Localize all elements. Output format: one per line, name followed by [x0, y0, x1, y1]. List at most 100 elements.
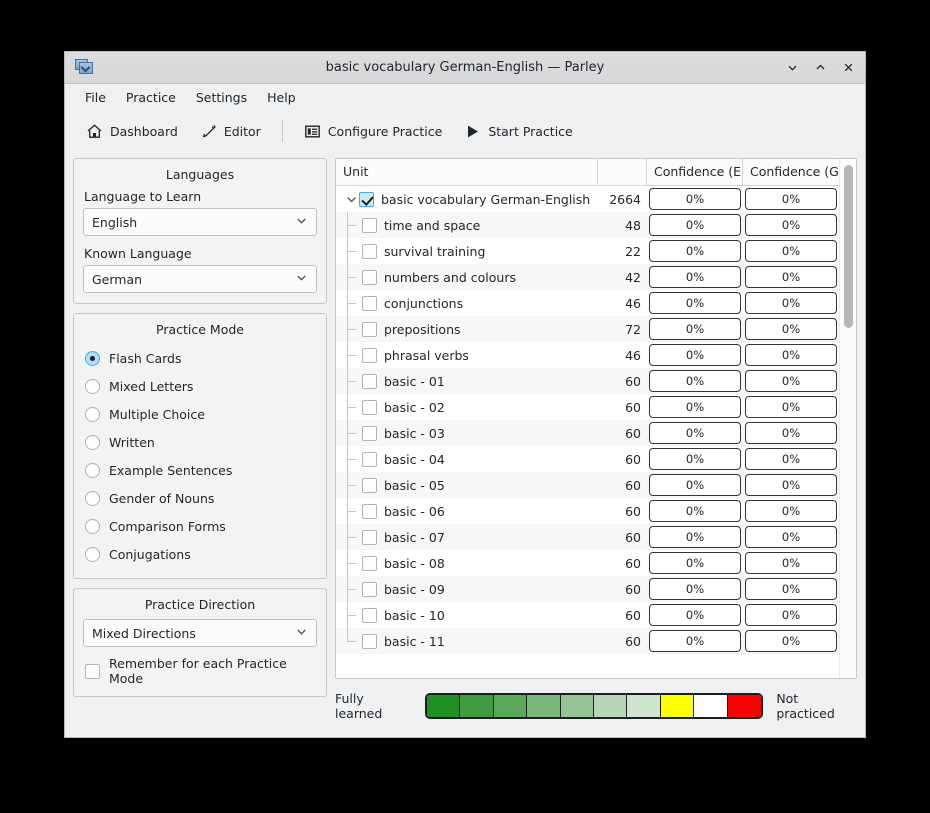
practice-mode-flash-cards[interactable]: Flash Cards [83, 344, 317, 372]
menu-file[interactable]: File [75, 87, 116, 108]
start-practice-button[interactable]: Start Practice [455, 118, 581, 145]
confidence-e-cell[interactable]: 0% [647, 214, 743, 236]
confidence-e-cell[interactable]: 0% [647, 578, 743, 600]
table-row[interactable]: basic - 07 60 0% 0% [336, 524, 839, 550]
table-row[interactable]: numbers and colours 42 0% 0% [336, 264, 839, 290]
confidence-e-cell[interactable]: 0% [647, 630, 743, 652]
vertical-scrollbar[interactable] [839, 159, 856, 678]
table-row[interactable]: prepositions 72 0% 0% [336, 316, 839, 342]
table-row[interactable]: basic - 11 60 0% 0% [336, 628, 839, 654]
confidence-g-cell[interactable]: 0% [743, 318, 839, 340]
confidence-g-cell[interactable]: 0% [743, 188, 839, 210]
menu-practice[interactable]: Practice [116, 87, 186, 108]
confidence-e-cell[interactable]: 0% [647, 474, 743, 496]
table-row[interactable]: basic - 06 60 0% 0% [336, 498, 839, 524]
column-header-confidence-e[interactable]: Confidence (E [647, 159, 743, 185]
table-row[interactable]: survival training 22 0% 0% [336, 238, 839, 264]
confidence-g-cell[interactable]: 0% [743, 370, 839, 392]
practice-mode-gender-of-nouns[interactable]: Gender of Nouns [83, 484, 317, 512]
chevron-down-icon[interactable] [343, 186, 359, 212]
practice-mode-multiple-choice[interactable]: Multiple Choice [83, 400, 317, 428]
checkbox-icon[interactable] [362, 217, 377, 233]
practice-mode-example-sentences[interactable]: Example Sentences [83, 456, 317, 484]
confidence-g-cell[interactable]: 0% [743, 526, 839, 548]
menu-help[interactable]: Help [257, 87, 306, 108]
checkbox-icon[interactable] [362, 269, 377, 285]
confidence-e-cell[interactable]: 0% [647, 526, 743, 548]
table-row[interactable]: basic - 03 60 0% 0% [336, 420, 839, 446]
maximize-button[interactable] [811, 59, 829, 77]
checkbox-icon[interactable] [362, 243, 377, 259]
confidence-g-cell[interactable]: 0% [743, 266, 839, 288]
confidence-g-cell[interactable]: 0% [743, 448, 839, 470]
confidence-g-cell[interactable]: 0% [743, 344, 839, 366]
language-to-learn-select[interactable]: English [83, 208, 317, 236]
checkbox-icon[interactable] [362, 529, 377, 545]
confidence-g-cell[interactable]: 0% [743, 240, 839, 262]
column-header-unit[interactable]: Unit [336, 159, 598, 185]
confidence-e-cell[interactable]: 0% [647, 552, 743, 574]
checkbox-icon[interactable] [362, 451, 377, 467]
confidence-g-cell[interactable]: 0% [743, 474, 839, 496]
practice-direction-select[interactable]: Mixed Directions [83, 619, 317, 647]
confidence-g-cell[interactable]: 0% [743, 396, 839, 418]
column-header-confidence-g[interactable]: Confidence (G [743, 159, 839, 185]
confidence-g-cell[interactable]: 0% [743, 552, 839, 574]
confidence-e-cell[interactable]: 0% [647, 604, 743, 626]
confidence-g-cell[interactable]: 0% [743, 292, 839, 314]
checkbox-icon[interactable] [362, 581, 377, 597]
confidence-e-cell[interactable]: 0% [647, 500, 743, 522]
confidence-e-cell[interactable]: 0% [647, 318, 743, 340]
table-row[interactable]: phrasal verbs 46 0% 0% [336, 342, 839, 368]
confidence-g-cell[interactable]: 0% [743, 604, 839, 626]
dashboard-button[interactable]: Dashboard [77, 118, 187, 145]
checkbox-icon[interactable] [362, 373, 377, 389]
configure-practice-button[interactable]: Configure Practice [295, 118, 451, 145]
checkbox-icon[interactable] [362, 633, 377, 649]
confidence-e-cell[interactable]: 0% [647, 448, 743, 470]
checkbox-icon[interactable] [362, 503, 377, 519]
confidence-g-cell[interactable]: 0% [743, 422, 839, 444]
confidence-e-cell[interactable]: 0% [647, 370, 743, 392]
confidence-e-cell[interactable]: 0% [647, 344, 743, 366]
table-row[interactable]: basic - 08 60 0% 0% [336, 550, 839, 576]
table-row[interactable]: basic - 05 60 0% 0% [336, 472, 839, 498]
table-row[interactable]: basic - 02 60 0% 0% [336, 394, 839, 420]
confidence-e-cell[interactable]: 0% [647, 396, 743, 418]
confidence-g-cell[interactable]: 0% [743, 214, 839, 236]
table-row[interactable]: basic - 10 60 0% 0% [336, 602, 839, 628]
known-language-select[interactable]: German [83, 265, 317, 293]
menu-settings[interactable]: Settings [186, 87, 257, 108]
confidence-e-cell[interactable]: 0% [647, 188, 743, 210]
confidence-e-cell[interactable]: 0% [647, 422, 743, 444]
checkbox-icon[interactable] [362, 399, 377, 415]
confidence-g-cell[interactable]: 0% [743, 500, 839, 522]
checkbox-icon[interactable] [362, 321, 377, 337]
scrollbar-thumb[interactable] [844, 165, 853, 328]
table-row[interactable]: basic - 01 60 0% 0% [336, 368, 839, 394]
table-row[interactable]: basic - 04 60 0% 0% [336, 446, 839, 472]
minimize-button[interactable] [783, 59, 801, 77]
checkbox-icon[interactable] [362, 347, 377, 363]
table-row[interactable]: conjunctions 46 0% 0% [336, 290, 839, 316]
table-row[interactable]: basic - 09 60 0% 0% [336, 576, 839, 602]
confidence-e-cell[interactable]: 0% [647, 292, 743, 314]
table-row-root[interactable]: basic vocabulary German-English 2664 0% … [336, 186, 839, 212]
checkbox-icon[interactable] [362, 607, 377, 623]
remember-each-practice-mode-checkbox[interactable]: Remember for each Practice Mode [83, 656, 317, 686]
table-row[interactable]: time and space 48 0% 0% [336, 212, 839, 238]
practice-mode-written[interactable]: Written [83, 428, 317, 456]
checkbox-icon[interactable] [359, 191, 374, 207]
checkbox-icon[interactable] [362, 295, 377, 311]
practice-mode-mixed-letters[interactable]: Mixed Letters [83, 372, 317, 400]
confidence-g-cell[interactable]: 0% [743, 630, 839, 652]
confidence-e-cell[interactable]: 0% [647, 240, 743, 262]
checkbox-icon[interactable] [362, 477, 377, 493]
checkbox-icon[interactable] [362, 425, 377, 441]
close-button[interactable] [839, 59, 857, 77]
column-header-count[interactable] [598, 159, 647, 185]
practice-mode-conjugations[interactable]: Conjugations [83, 540, 317, 568]
checkbox-icon[interactable] [362, 555, 377, 571]
confidence-e-cell[interactable]: 0% [647, 266, 743, 288]
editor-button[interactable]: Editor [191, 118, 270, 145]
